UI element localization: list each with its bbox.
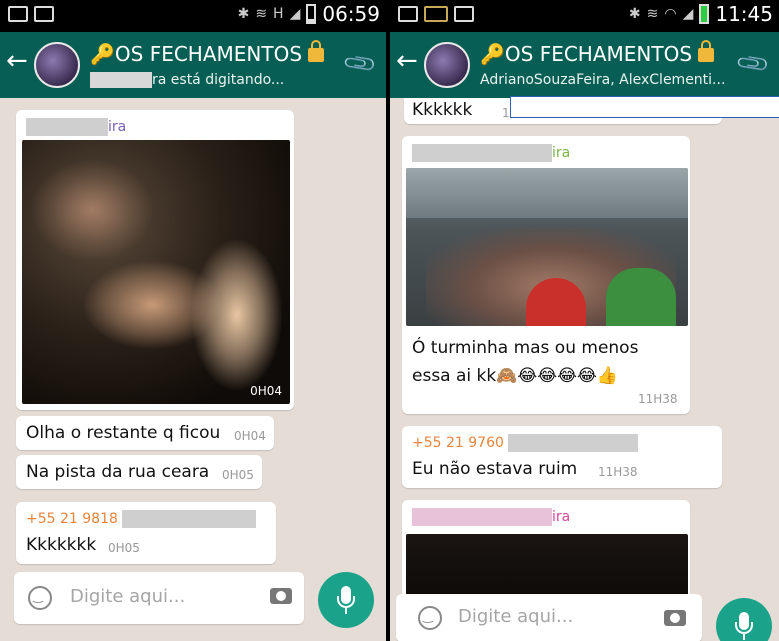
message-sender: ira xyxy=(412,508,690,526)
emoji-icon[interactable] xyxy=(418,606,442,630)
photo-timestamp: 0H04 xyxy=(250,384,282,398)
right-screenshot: ✱ ≋ ◠ ◢ 11:45 ← 🔑OS FECHAMENTOS AdrianoS… xyxy=(390,0,779,641)
group-title[interactable]: 🔑OS FECHAMENTOS xyxy=(480,40,715,66)
emoji-icon[interactable] xyxy=(28,586,52,610)
message-text: Kkkkkkk xyxy=(26,535,97,555)
signal-icon: ◢ xyxy=(682,6,694,22)
message-time: 11H38 xyxy=(638,392,678,406)
photo-message[interactable]: ira xyxy=(402,500,690,600)
key-icon: 🔑 xyxy=(480,42,505,66)
microphone-icon xyxy=(337,586,355,614)
gallery-notification-icon xyxy=(398,6,418,22)
message-sender: ira xyxy=(26,118,294,136)
camera-icon[interactable] xyxy=(270,588,292,604)
back-arrow-icon[interactable]: ← xyxy=(396,46,418,76)
mic-button[interactable] xyxy=(318,572,374,628)
message-time: 0H05 xyxy=(222,468,254,482)
group-members: AdrianoSouzaFeira, AlexClementi... xyxy=(480,72,726,88)
text-message[interactable]: Na pista da rua ceara 0H05 xyxy=(16,455,262,489)
chat-photo[interactable] xyxy=(406,534,688,600)
signal-icon: ◢ xyxy=(289,6,301,22)
back-arrow-icon[interactable]: ← xyxy=(6,46,28,76)
status-time: 11:45 xyxy=(715,2,773,26)
voicemail-notification-icon xyxy=(34,6,54,22)
left-screenshot: ✱ ≋ H ◢ 06:59 ← 🔑OS FECHAMENTOS ra está … xyxy=(0,0,386,641)
message-list: Kkkkkk 11H ira Ó turminha mas ou menos e… xyxy=(390,96,779,641)
status-time: 06:59 xyxy=(322,2,380,26)
message-time: 11H38 xyxy=(598,465,638,479)
group-avatar[interactable] xyxy=(424,42,470,88)
text-message[interactable]: +55 21 9818 Kkkkkkk 0H05 xyxy=(16,502,276,564)
text-message[interactable]: +55 21 9760 Eu não estava ruim 11H38 xyxy=(402,426,722,488)
message-text: Olha o restante q ficou xyxy=(26,423,221,443)
chat-header[interactable]: ← 🔑OS FECHAMENTOS AdrianoSouzaFeira, Ale… xyxy=(390,32,779,98)
message-input[interactable]: Digite aqui... xyxy=(396,594,702,641)
attach-icon[interactable]: 📎 xyxy=(342,46,379,83)
input-placeholder: Digite aqui... xyxy=(458,606,574,627)
chat-photo[interactable]: 0H04 xyxy=(22,140,290,404)
wifi-icon: ◠ xyxy=(664,6,677,22)
vibrate-icon: ≋ xyxy=(255,6,268,22)
network-hplus-icon: H xyxy=(273,6,284,22)
message-text: Ó turminha mas ou menos essa ai kk🙈😂😂😂😂👍 xyxy=(412,338,639,386)
message-input[interactable]: Digite aqui... xyxy=(14,572,304,624)
group-avatar[interactable] xyxy=(34,42,80,88)
status-bar: ✱ ≋ ◠ ◢ 11:45 xyxy=(390,0,779,32)
message-sender: +55 21 9760 xyxy=(412,434,722,452)
message-time: 0H05 xyxy=(108,541,140,555)
lock-icon xyxy=(308,40,325,62)
message-text: Na pista da rua ceara xyxy=(26,462,210,482)
attach-icon[interactable]: 📎 xyxy=(735,46,772,83)
message-sender: +55 21 9818 xyxy=(26,510,276,528)
microphone-icon xyxy=(735,612,753,640)
photo-message[interactable]: ira Ó turminha mas ou menos essa ai kk🙈😂… xyxy=(402,136,690,414)
photo-message[interactable]: ira 0H04 xyxy=(16,110,294,410)
bluetooth-icon: ✱ xyxy=(237,6,250,22)
voicemail-notification-icon xyxy=(454,6,474,22)
message-list: ira 0H04 Olha o restante q ficou 0H04 Na… xyxy=(0,98,386,641)
message-sender: ira xyxy=(412,144,690,162)
vibrate-icon: ≋ xyxy=(646,6,659,22)
lock-icon xyxy=(698,40,715,62)
chat-photo[interactable] xyxy=(406,168,688,326)
text-message[interactable]: Olha o restante q ficou 0H04 xyxy=(16,416,274,450)
camera-icon[interactable] xyxy=(664,610,686,626)
message-text: Eu não estava ruim xyxy=(412,459,578,479)
chat-header[interactable]: ← 🔑OS FECHAMENTOS ra está digitando... 📎 xyxy=(0,32,386,98)
bluetooth-icon: ✱ xyxy=(628,6,641,22)
redaction-box xyxy=(510,96,779,118)
group-title[interactable]: 🔑OS FECHAMENTOS xyxy=(90,40,325,66)
gallery-notification-icon xyxy=(8,6,28,22)
message-time: 0H04 xyxy=(234,429,266,443)
battery-icon xyxy=(306,4,317,24)
mic-button[interactable] xyxy=(716,598,772,641)
status-bar: ✱ ≋ H ◢ 06:59 xyxy=(0,0,386,32)
battery-icon xyxy=(699,4,710,24)
message-text: Kkkkkk xyxy=(412,100,473,120)
app-notification-icon xyxy=(424,6,448,22)
input-placeholder: Digite aqui... xyxy=(70,586,186,607)
typing-status: ra está digitando... xyxy=(90,72,284,88)
key-icon: 🔑 xyxy=(90,42,115,66)
